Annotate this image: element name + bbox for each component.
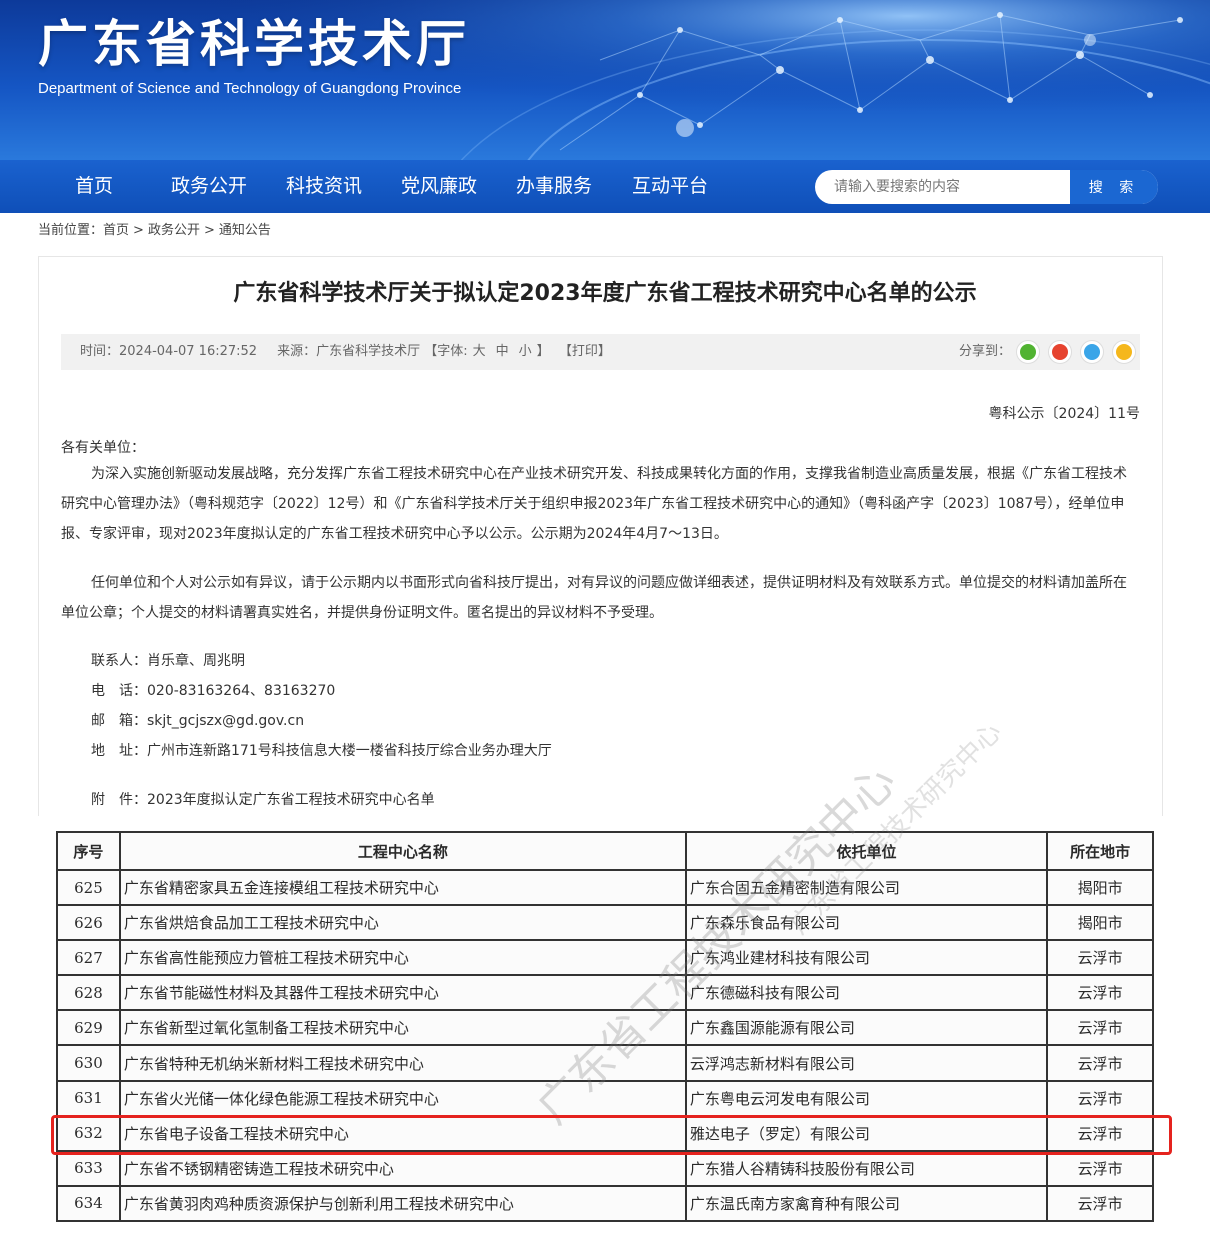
contact-email: 邮 箱：skjt_gcjszx@gd.gov.cn [91,713,305,729]
table-row: 632 广东省电子设备工程技术研究中心 雅达电子（罗定）有限公司 云浮市 [56,1114,1154,1152]
row-center-name: 广东省火光储一体化绿色能源工程技术研究中心 [118,1079,687,1117]
nav-item-government-affairs[interactable]: 政务公开 [171,160,247,213]
breadcrumb-prefix: 当前位置： [38,223,104,238]
font-medium-link[interactable]: 中 [496,344,509,359]
row-center-name: 广东省节能磁性材料及其器件工程技术研究中心 [118,974,687,1012]
font-small-link[interactable]: 小 [519,344,532,359]
font-size-label: 【字体: [424,344,468,359]
wechat-icon[interactable] [1016,340,1040,364]
table-row: 625 广东省精密家具五金连接模组工程技术研究中心 广东合固五金精密制造有限公司 揭阳… [56,868,1154,907]
row-center-name: 广东省特种无机纳米新材料工程技术研究中心 [118,1044,687,1082]
header-banner: 广东省科学技术厅 Department of Science and Techn… [0,0,1210,160]
contact-phone: 电 话：020-83163264、83163270 [91,683,336,699]
row-center-name: 广东省电子设备工程技术研究中心 [118,1114,687,1152]
table-row: 629 广东省新型过氧化氢制备工程技术研究中心 广东鑫国源能源有限公司 云浮市 [56,1009,1154,1047]
breadcrumb-item-notices[interactable]: 通知公告 [219,223,271,238]
article-meta-bar: 时间：2024-04-07 16:27:52 来源：广东省科学技术厅 【字体: 大中… [61,334,1140,370]
header-host-unit: 依托单位 [684,831,1049,871]
publish-time: 时间：2024-04-07 16:27:52 [80,344,258,359]
row-city: 云浮市 [1046,1009,1154,1047]
row-index: 633 [56,1149,121,1187]
breadcrumb-separator: > [133,223,144,238]
row-city: 云浮市 [1046,1044,1154,1082]
row-host-unit: 广东粤电云河发电有限公司 [684,1079,1049,1117]
breadcrumb-item-home[interactable]: 首页 [103,223,129,238]
font-large-link[interactable]: 大 [473,344,486,359]
row-host-unit: 广东鑫国源能源有限公司 [684,1009,1049,1047]
contact-person: 联系人：肖乐章、周兆明 [91,653,245,669]
table-row: 627 广东省高性能预应力管桩工程技术研究中心 广东鸿业建材科技有限公司 云浮市 [56,939,1154,977]
row-host-unit: 广东猎人谷精铸科技股份有限公司 [684,1149,1049,1187]
row-index: 627 [56,939,121,977]
scanned-list-image: 序号 工程中心名称 依托单位 所在地市 625 广东省精密家具五金连接模组工程技术… [56,831,1154,1223]
row-host-unit: 雅达电子（罗定）有限公司 [684,1114,1049,1152]
site-title: 广东省科学技术厅 [38,15,470,73]
row-host-unit: 云浮鸿志新材料有限公司 [684,1044,1049,1082]
nav-item-home[interactable]: 首页 [75,160,113,213]
row-city: 云浮市 [1046,1114,1154,1152]
font-size-close: 】 [536,344,550,359]
row-index: 631 [56,1079,121,1117]
row-city: 云浮市 [1046,939,1154,977]
row-city: 云浮市 [1046,1184,1154,1223]
row-host-unit: 广东合固五金精密制造有限公司 [684,868,1049,907]
row-center-name: 广东省不锈钢精密铸造工程技术研究中心 [118,1149,687,1187]
table-row: 631 广东省火光储一体化绿色能源工程技术研究中心 广东粤电云河发电有限公司 云浮市 [56,1079,1154,1117]
article-source: 来源：广东省科学技术厅 [277,344,421,359]
table-row: 634 广东省黄羽肉鸡种质资源保护与创新利用工程技术研究中心 广东温氏南方家禽育种有… [56,1184,1154,1223]
row-index: 625 [56,868,121,907]
row-index: 628 [56,974,121,1012]
table-row: 626 广东省烘焙食品加工工程技术研究中心 广东森乐食品有限公司 揭阳市 [56,904,1154,942]
center-list-table: 序号 工程中心名称 依托单位 所在地市 625 广东省精密家具五金连接模组工程技术… [56,831,1154,1223]
row-center-name: 广东省新型过氧化氢制备工程技术研究中心 [118,1009,687,1047]
row-host-unit: 广东森乐食品有限公司 [684,904,1049,942]
row-center-name: 广东省精密家具五金连接模组工程技术研究中心 [118,868,687,907]
row-host-unit: 广东德磁科技有限公司 [684,974,1049,1012]
print-link[interactable]: 【打印】 [559,344,611,359]
table-header-row: 序号 工程中心名称 依托单位 所在地市 [56,831,1154,871]
body-paragraph-2: 任何单位和个人对公示如有异议，请于公示期内以书面形式向省科技厅提出，对有异议的问… [61,575,1127,621]
qq-icon[interactable] [1080,340,1104,364]
header-index: 序号 [56,831,121,871]
site-subtitle: Department of Science and Technology of … [38,80,462,97]
search-box: 搜 索 [815,170,1158,204]
header-city: 所在地市 [1046,831,1154,871]
contact-address: 地 址：广州市连新路171号科技信息大楼一楼省科技厅综合业务办理大厅 [91,743,552,759]
nav-item-party-integrity[interactable]: 党风廉政 [401,160,477,213]
attachment-link[interactable]: 附 件：2023年度拟认定广东省工程技术研究中心名单 [91,790,435,810]
search-button[interactable]: 搜 索 [1070,170,1158,204]
nav-item-tech-news[interactable]: 科技资讯 [286,160,362,213]
row-city: 云浮市 [1046,1149,1154,1187]
qzone-icon[interactable] [1112,340,1136,364]
row-city: 揭阳市 [1046,868,1154,907]
body-paragraph-1: 为深入实施创新驱动发展战略，充分发挥广东省工程技术研究中心在产业技术研究开发、科… [61,466,1127,542]
breadcrumb-item-government-affairs[interactable]: 政务公开 [148,223,200,238]
row-host-unit: 广东温氏南方家禽育种有限公司 [684,1184,1049,1223]
breadcrumb: 当前位置：首页 > 政务公开 > 通知公告 [38,222,271,240]
row-center-name: 广东省黄羽肉鸡种质资源保护与创新利用工程技术研究中心 [118,1184,687,1223]
table-row: 630 广东省特种无机纳米新材料工程技术研究中心 云浮鸿志新材料有限公司 云浮市 [56,1044,1154,1082]
share-label: 分享到： [959,344,1012,359]
row-city: 云浮市 [1046,1079,1154,1117]
header-center-name: 工程中心名称 [118,831,687,871]
weibo-icon[interactable] [1048,340,1072,364]
row-index: 632 [56,1114,121,1152]
nav-item-interaction[interactable]: 互动平台 [632,160,708,213]
row-center-name: 广东省烘焙食品加工工程技术研究中心 [118,904,687,942]
row-center-name: 广东省高性能预应力管桩工程技术研究中心 [118,939,687,977]
row-host-unit: 广东鸿业建材科技有限公司 [684,939,1049,977]
table-row: 628 广东省节能磁性材料及其器件工程技术研究中心 广东德磁科技有限公司 云浮市 [56,974,1154,1012]
row-index: 626 [56,904,121,942]
search-input[interactable] [815,170,1070,204]
row-index: 630 [56,1044,121,1082]
breadcrumb-separator: > [203,223,215,238]
row-city: 揭阳市 [1046,904,1154,942]
row-index: 629 [56,1009,121,1047]
article-title: 广东省科学技术厅关于拟认定2023年度广东省工程技术研究中心名单的公示 [233,281,977,306]
row-city: 云浮市 [1046,974,1154,1012]
row-index: 634 [56,1184,121,1223]
table-row: 633 广东省不锈钢精密铸造工程技术研究中心 广东猎人谷精铸科技股份有限公司 云浮市 [56,1149,1154,1187]
document-number: 粤科公示〔2024〕11号 [988,406,1140,422]
nav-item-services[interactable]: 办事服务 [516,160,592,213]
